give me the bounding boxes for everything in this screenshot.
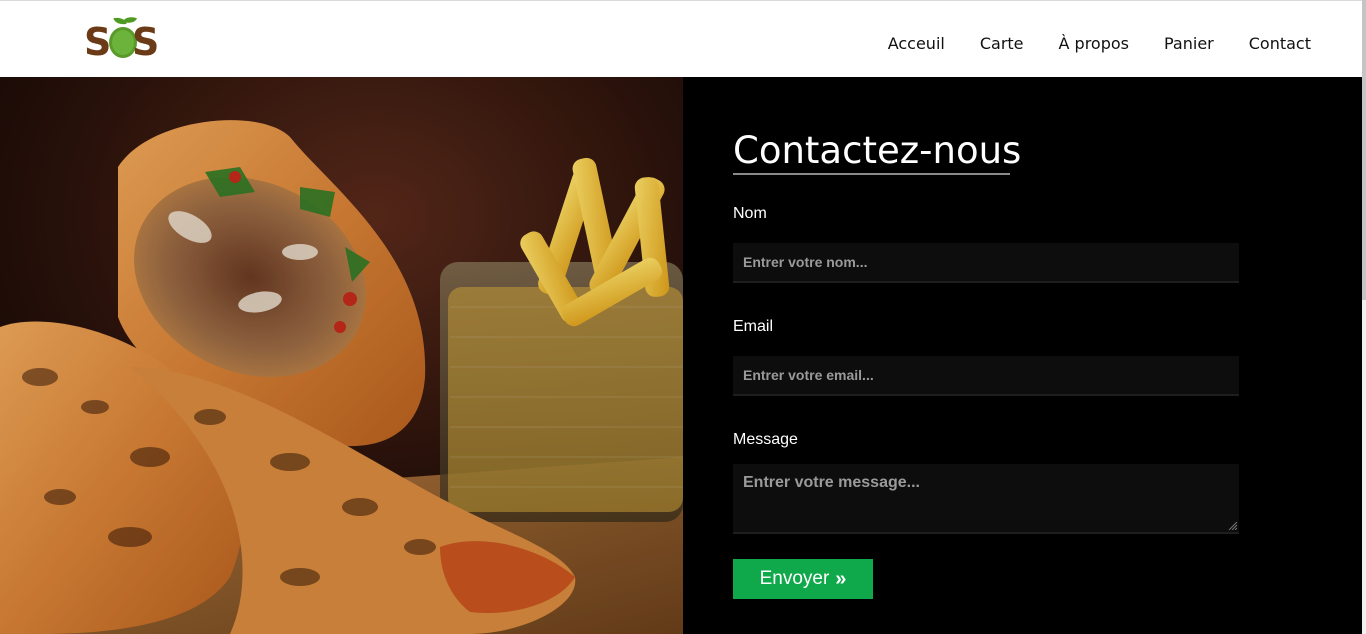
nav-item-carte[interactable]: Carte — [945, 33, 1024, 55]
page: S S Acceuil Carte À propos Panier Contac… — [0, 0, 1366, 634]
name-label: Nom — [733, 205, 767, 222]
logo-letter-s: S — [132, 20, 160, 64]
nav-item-panier[interactable]: Panier — [1129, 33, 1214, 55]
brand-logo[interactable]: S S — [84, 13, 160, 65]
email-input[interactable] — [733, 356, 1239, 396]
message-textarea[interactable] — [733, 464, 1239, 534]
scrollbar-thumb[interactable] — [1362, 0, 1366, 300]
contact-section: Contactez-nous Nom Email Message Envoyer… — [683, 77, 1362, 634]
nav-item-contact[interactable]: Contact — [1214, 33, 1311, 55]
food-illustration — [0, 77, 683, 634]
main-nav: Acceuil Carte À propos Panier Contact — [853, 33, 1311, 55]
email-label: Email — [733, 318, 774, 335]
logo-letter-s: S — [84, 20, 112, 64]
hero-food-image — [0, 77, 683, 634]
message-label: Message — [733, 431, 798, 448]
nav-item-acceuil[interactable]: Acceuil — [853, 33, 945, 55]
double-chevron-right-icon: » — [835, 568, 847, 590]
page-scrollbar[interactable] — [1362, 0, 1366, 634]
name-input[interactable] — [733, 243, 1239, 283]
title-underline — [733, 173, 1010, 175]
nav-item-a-propos[interactable]: À propos — [1024, 33, 1129, 55]
contact-title: Contactez-nous — [733, 129, 1022, 172]
send-button-label: Envoyer — [759, 568, 830, 589]
resize-grip-icon[interactable] — [1227, 520, 1237, 530]
send-button[interactable]: Envoyer » — [733, 559, 873, 599]
site-header: S S Acceuil Carte À propos Panier Contac… — [0, 0, 1362, 77]
